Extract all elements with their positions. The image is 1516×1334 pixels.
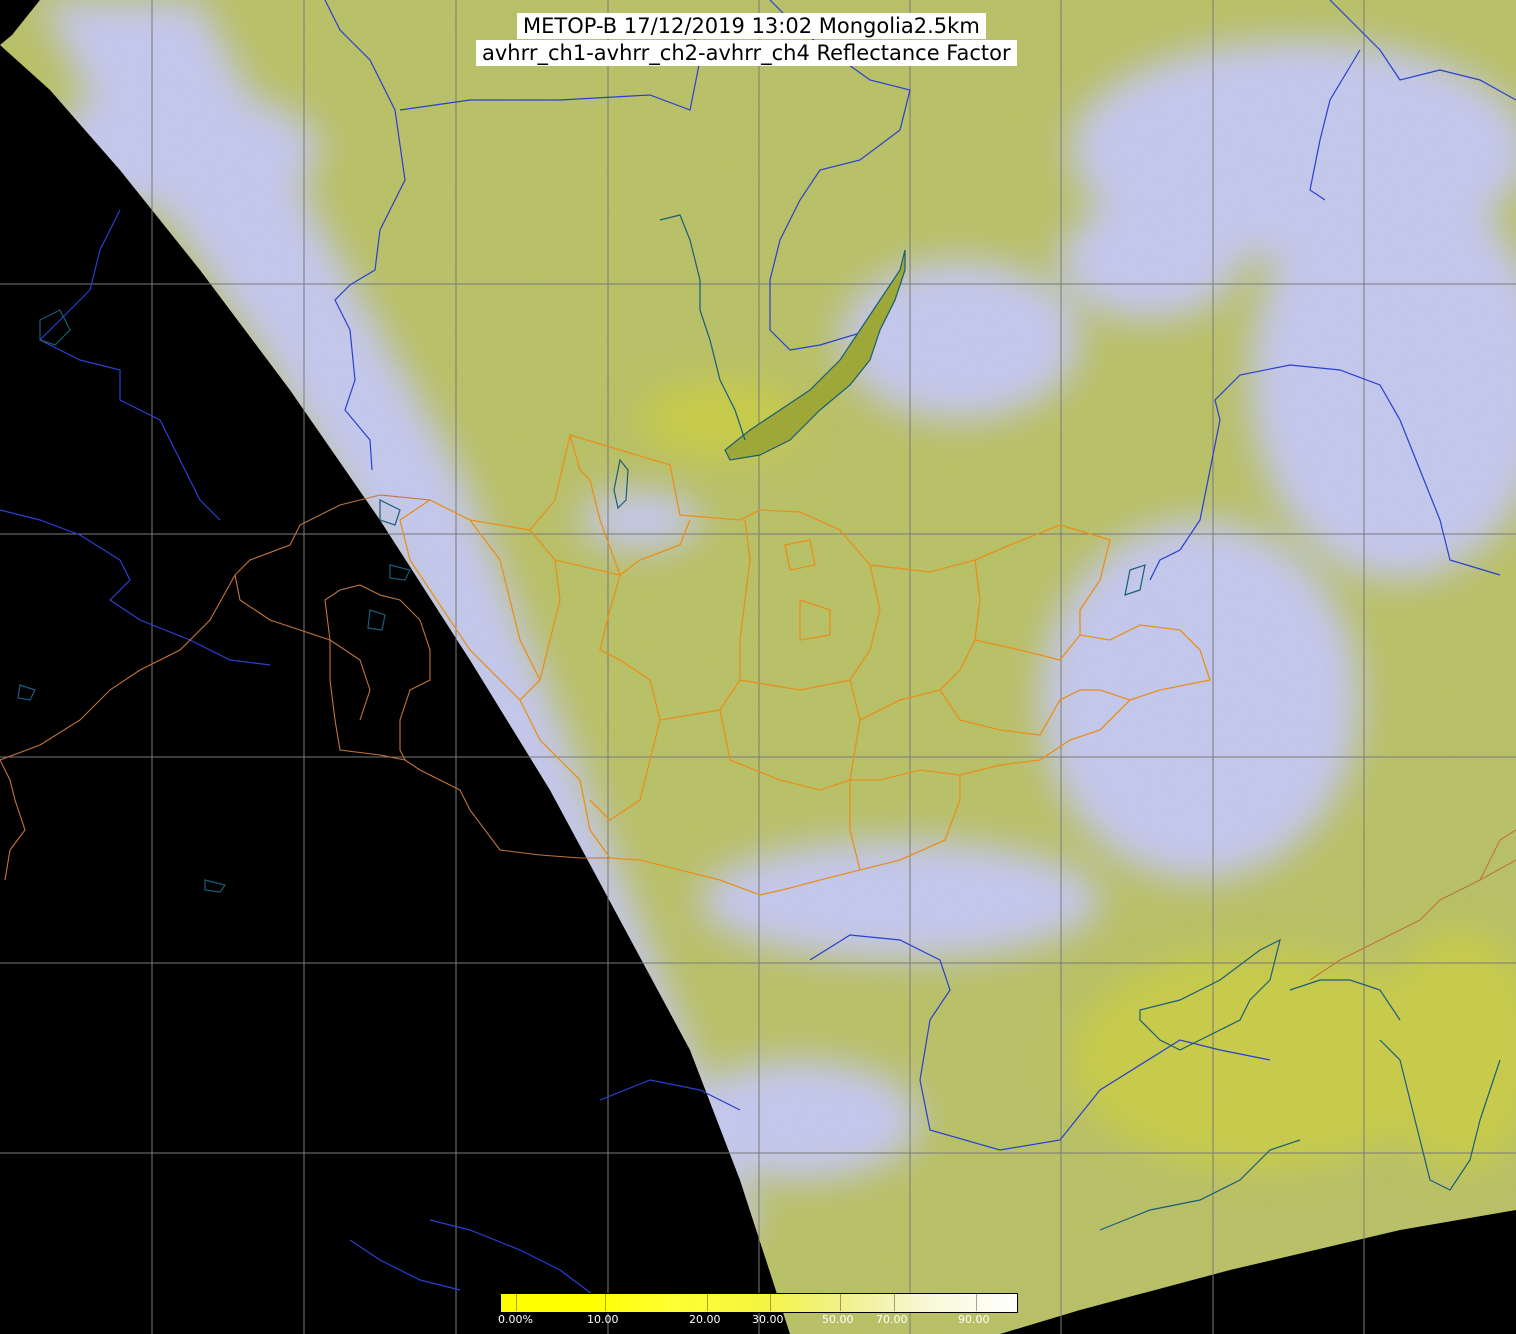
- border-west-far: [0, 574, 236, 761]
- colorbar: [500, 1293, 1018, 1313]
- map-title-line-2: avhrr_ch1-avhrr_ch2-avhrr_ch4 Reflectanc…: [476, 40, 1017, 66]
- colorbar-tick-label: 30.00: [752, 1313, 784, 1326]
- colorbar-tick-mark: [840, 1293, 841, 1311]
- river-tarim: [349, 1239, 461, 1291]
- map-title-line-1: METOP-B 17/12/2019 13:02 Mongolia2.5km: [517, 13, 986, 39]
- colorbar-tick-mark: [605, 1293, 606, 1311]
- image-noise: [0, 0, 1516, 1334]
- river-ob: [0, 509, 271, 666]
- colorbar-tick-label: 0.00%: [498, 1313, 533, 1326]
- colorbar-tick-mark: [707, 1293, 708, 1311]
- lakes-west-5: [204, 879, 227, 893]
- map-canvas: [0, 0, 1516, 1334]
- colorbar-tick-mark: [770, 1293, 771, 1311]
- colorbar-tick-mark: [976, 1293, 977, 1311]
- colorbar-tick-mark: [894, 1293, 895, 1311]
- colorbar-tick-label: 70.00: [876, 1313, 908, 1326]
- colorbar-tick-mark: [516, 1293, 517, 1311]
- border-kazakh-inner: [329, 640, 406, 761]
- lakes-west-2: [389, 564, 411, 581]
- colorbar-tick-label: 90.00: [958, 1313, 990, 1326]
- colorbar-tick-label: 50.00: [822, 1313, 854, 1326]
- colorbar-tick-label: 10.00: [587, 1313, 619, 1326]
- colorbar-tick-label: 20.00: [689, 1313, 721, 1326]
- border-west-south: [0, 759, 26, 881]
- lakes-west-4: [17, 684, 36, 701]
- lakes-west-3: [367, 609, 386, 631]
- satellite-swath: [0, 0, 1516, 1334]
- satellite-map-view: METOP-B 17/12/2019 13:02 Mongolia2.5km a…: [0, 0, 1516, 1334]
